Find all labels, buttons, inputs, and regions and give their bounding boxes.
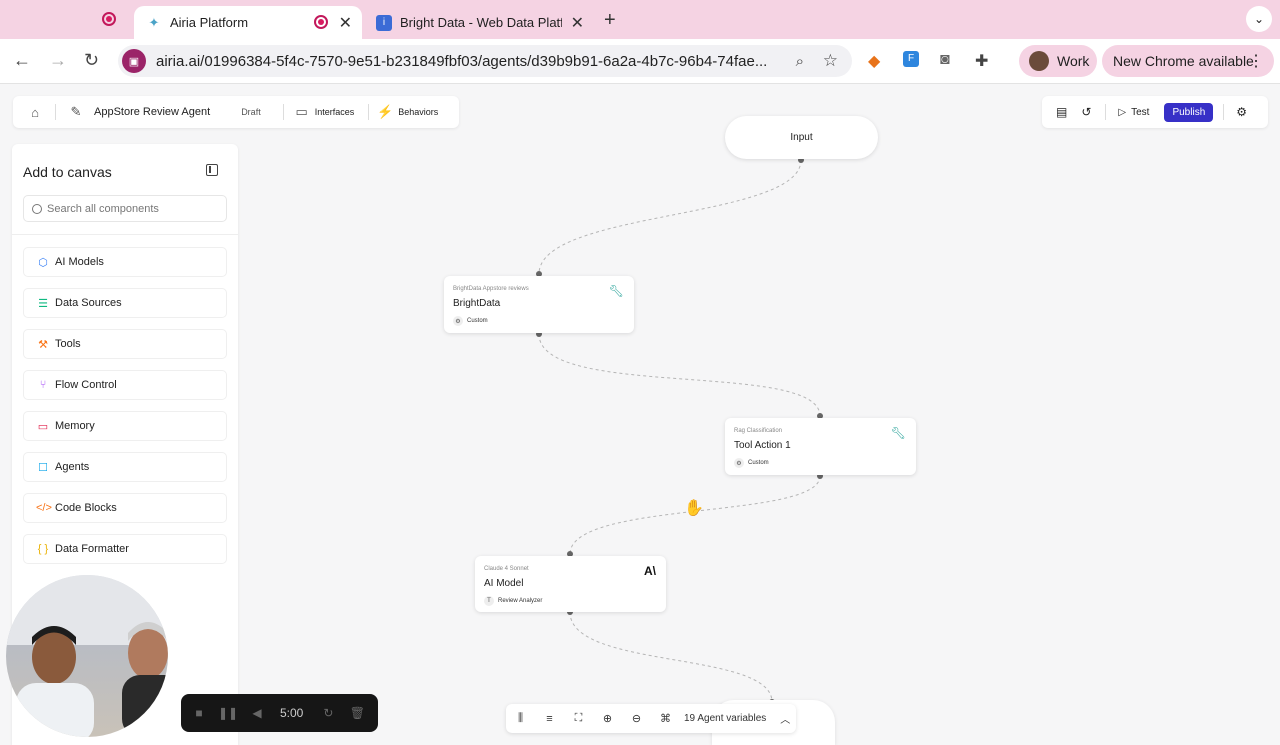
input-node[interactable]: Input (725, 116, 878, 159)
node-subtitle: Claude 4 Sonnet (484, 566, 529, 572)
node-ai-model[interactable]: Claude 4 Sonnet AI Model T Review Analyze… (475, 556, 666, 612)
zoom-out-icon[interactable]: ⊖ (622, 712, 651, 725)
restart-icon[interactable]: ↻ (317, 705, 339, 721)
node-meta: T Review Analyzer (484, 596, 542, 606)
node-title: Tool Action 1 (734, 440, 791, 451)
trash-icon[interactable]: 🗑︎ (346, 705, 368, 721)
node-tool-action-1[interactable]: Rag Classification Tool Action 1 ⚙ Custom… (725, 418, 916, 475)
webcam-overlay (6, 575, 168, 737)
wrench-icon: 🔧︎ (890, 426, 906, 440)
node-title: AI Model (484, 578, 524, 589)
align-horizontal-icon[interactable]: ⫼ (506, 712, 535, 725)
webcam-people-image (6, 575, 168, 737)
align-vertical-icon[interactable]: ≡ (535, 713, 564, 725)
command-icon[interactable]: ⌘ (651, 712, 680, 725)
node-subtitle: Rag Classification (734, 428, 783, 434)
canvas-connectors (536, 157, 823, 705)
canvas-toolbar: ⫼ ≡ ⛶ ⊕ ⊖ ⌘ 19 Agent variables ︿ (506, 704, 796, 733)
edge-aimodel-output (569, 611, 773, 703)
node-meta: ⚙ Custom (453, 316, 488, 326)
edge-brightdata-tool (538, 333, 821, 417)
grab-cursor-icon: ✋ (684, 500, 704, 517)
mute-icon[interactable]: ◀ (246, 705, 268, 721)
anthropic-icon: A\ (644, 564, 656, 578)
recording-timer: 5:00 (280, 706, 304, 720)
node-title: BrightData (453, 298, 501, 309)
node-meta-label: Custom (748, 460, 769, 466)
node-meta-label: Review Analyzer (498, 598, 543, 604)
stop-icon[interactable]: ■ (188, 705, 210, 721)
recorder-controls: ■ ❚❚ ◀ 5:00 ↻ 🗑︎ (181, 694, 378, 732)
wrench-icon: 🔧︎ (608, 284, 624, 298)
node-meta-label: Custom (467, 318, 488, 324)
gear-icon: ⚙ (453, 316, 463, 326)
node-subtitle: BrightData Appstore reviews (453, 286, 529, 292)
zoom-in-icon[interactable]: ⊕ (593, 712, 622, 725)
gear-icon: ⚙ (734, 458, 744, 468)
edge-input-brightdata (538, 159, 802, 275)
node-brightdata[interactable]: BrightData Appstore reviews BrightData ⚙… (444, 276, 634, 333)
chevron-up-icon[interactable]: ︿ (780, 711, 790, 726)
pause-icon[interactable]: ❚❚ (217, 705, 239, 721)
fit-view-icon[interactable]: ⛶ (564, 712, 593, 725)
agent-variables-button[interactable]: 19 Agent variables (684, 713, 766, 724)
text-badge-icon: T (484, 596, 494, 606)
node-meta: ⚙ Custom (734, 458, 769, 468)
